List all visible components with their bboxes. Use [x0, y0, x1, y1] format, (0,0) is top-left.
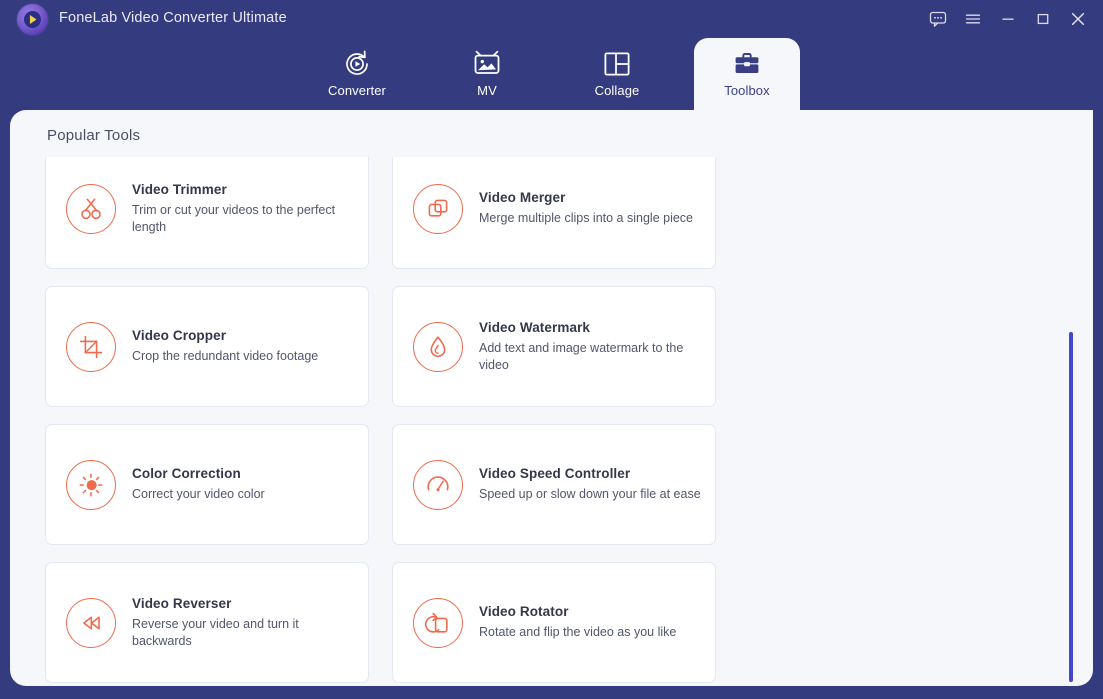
- page-title: Popular Tools: [47, 127, 141, 144]
- main-nav: Converter MV Collage Toolbox: [0, 38, 1103, 110]
- tool-desc: Rotate and flip the video as you like: [479, 625, 677, 640]
- toolbox-icon: [732, 47, 762, 81]
- collage-icon: [602, 47, 632, 81]
- tab-mv-label: MV: [477, 83, 497, 98]
- tab-toolbox-label: Toolbox: [724, 83, 770, 98]
- tool-title: Video Rotator: [479, 604, 569, 620]
- tool-card-video-reverser[interactable]: Video Reverser Reverse your video and tu…: [45, 562, 369, 683]
- tool-card-video-cropper[interactable]: Video Cropper Crop the redundant video f…: [45, 286, 369, 407]
- tool-card-video-speed-controller[interactable]: Video Speed Controller Speed up or slow …: [392, 424, 716, 545]
- tool-title: Video Watermark: [479, 320, 591, 335]
- content-panel: Popular Tools Video Trimmer Trim or cut: [10, 110, 1093, 686]
- title-bar: FoneLab Video Converter Ultimate: [0, 0, 1103, 38]
- tab-converter-label: Converter: [328, 83, 386, 98]
- tool-card-video-merger[interactable]: Video Merger Merge multiple clips into a…: [392, 157, 716, 269]
- minimize-icon[interactable]: [990, 0, 1025, 38]
- tools-scrollbar[interactable]: [1068, 157, 1074, 686]
- tab-toolbox[interactable]: Toolbox: [694, 38, 800, 110]
- tool-title: Video Reverser: [132, 596, 232, 611]
- tool-title: Video Speed Controller: [479, 466, 631, 482]
- tab-collage[interactable]: Collage: [562, 38, 672, 110]
- tab-collage-label: Collage: [594, 83, 640, 98]
- app-title: FoneLab Video Converter Ultimate: [59, 10, 287, 26]
- crop-icon: [66, 321, 116, 372]
- app-window: FoneLab Video Converter Ultimate Convert…: [0, 0, 1103, 699]
- tool-title: Video Trimmer: [132, 182, 227, 197]
- menu-icon[interactable]: [955, 0, 990, 38]
- tool-desc: Correct your video color: [132, 487, 265, 502]
- tool-desc: Merge multiple clips into a single piece: [479, 211, 693, 226]
- window-controls: [920, 0, 1095, 38]
- tool-card-video-watermark[interactable]: Video Watermark Add text and image water…: [392, 286, 716, 407]
- brightness-icon: [66, 459, 116, 510]
- tool-desc: Speed up or slow down your file at ease: [479, 487, 701, 502]
- droplet-icon: [413, 321, 463, 372]
- tab-converter[interactable]: Converter: [302, 38, 412, 110]
- maximize-icon[interactable]: [1025, 0, 1060, 38]
- close-icon[interactable]: [1060, 0, 1095, 38]
- mv-icon: [471, 47, 503, 81]
- tools-grid: Video Trimmer Trim or cut your videos to…: [45, 157, 1057, 686]
- tool-desc: Crop the redundant video footage: [132, 349, 319, 364]
- tool-card-color-correction[interactable]: Color Correction Correct your video colo…: [45, 424, 369, 545]
- merge-squares-icon: [413, 183, 463, 234]
- tools-scroll-viewport: Video Trimmer Trim or cut your videos to…: [10, 157, 1093, 686]
- tool-desc: Reverse your video and turn it backwards: [132, 617, 299, 648]
- tool-title: Color Correction: [132, 466, 241, 482]
- tool-title: Video Cropper: [132, 328, 227, 344]
- tool-card-video-rotator[interactable]: Video Rotator Rotate and flip the video …: [392, 562, 716, 683]
- rotate-icon: [413, 597, 463, 648]
- tool-desc: Add text and image watermark to the vide…: [479, 341, 684, 372]
- tool-desc: Trim or cut your videos to the perfect l…: [132, 203, 336, 234]
- app-logo-play-icon: [17, 4, 48, 35]
- rewind-icon: [66, 597, 116, 648]
- feedback-icon[interactable]: [920, 0, 955, 38]
- tab-mv[interactable]: MV: [432, 38, 542, 110]
- speedometer-icon: [413, 459, 463, 510]
- tool-title: Video Merger: [479, 190, 566, 206]
- tool-card-video-trimmer[interactable]: Video Trimmer Trim or cut your videos to…: [45, 157, 369, 269]
- tools-scrollbar-thumb[interactable]: [1069, 332, 1073, 682]
- scissors-icon: [66, 183, 116, 234]
- converter-icon: [341, 47, 373, 81]
